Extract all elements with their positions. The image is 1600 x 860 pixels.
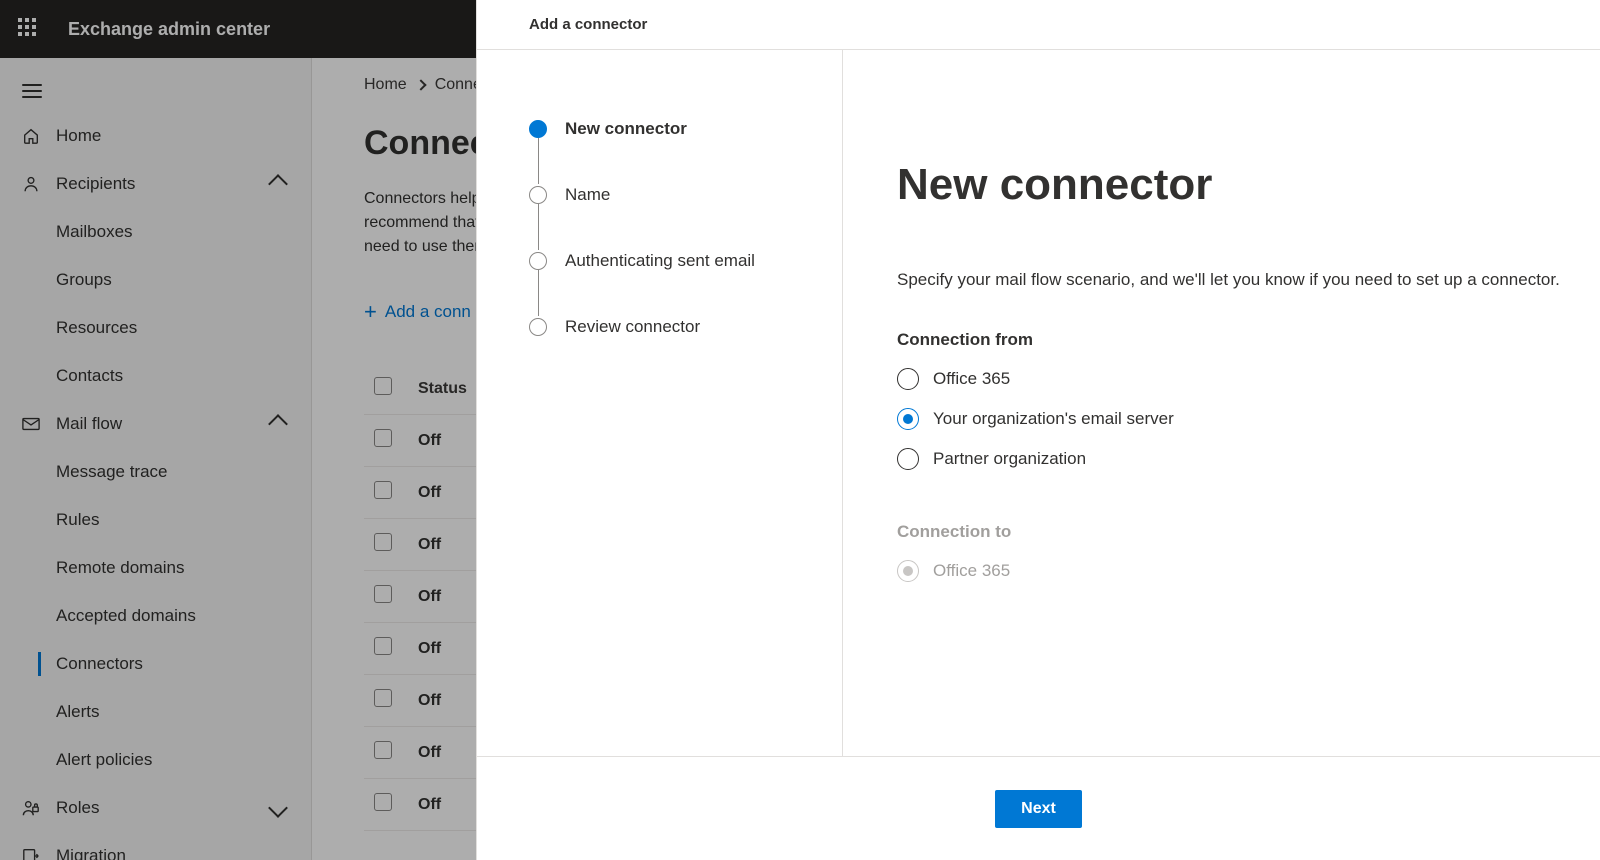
wizard-step[interactable]: Review connector	[529, 294, 842, 360]
step-label: Name	[565, 185, 610, 205]
panel-footer: Next	[477, 756, 1600, 860]
radio-label: Office 365	[933, 561, 1010, 581]
wizard-step[interactable]: Authenticating sent email	[529, 228, 842, 294]
step-bullet-icon	[529, 252, 547, 270]
step-bullet-icon	[529, 186, 547, 204]
step-label: Authenticating sent email	[565, 251, 755, 271]
wizard-step[interactable]: Name	[529, 162, 842, 228]
connection-from-option[interactable]: Office 365	[897, 368, 1600, 390]
modal-scrim[interactable]	[0, 0, 476, 860]
radio-label: Partner organization	[933, 449, 1086, 469]
form-lead: Specify your mail flow scenario, and we'…	[897, 270, 1600, 290]
connection-to-option-office365: Office 365	[897, 560, 1600, 582]
step-bullet-icon	[529, 318, 547, 336]
step-label: New connector	[565, 119, 687, 139]
panel-title: Add a connector	[477, 0, 1600, 50]
form-heading: New connector	[897, 160, 1600, 210]
radio-icon	[897, 408, 919, 430]
connection-from-label: Connection from	[897, 330, 1600, 350]
step-bullet-icon	[529, 120, 547, 138]
radio-label: Office 365	[933, 369, 1010, 389]
radio-icon	[897, 368, 919, 390]
wizard-panel: Add a connector New connector Name Authent…	[476, 0, 1600, 860]
connection-from-option[interactable]: Partner organization	[897, 448, 1600, 470]
wizard-step[interactable]: New connector	[529, 96, 842, 162]
next-button[interactable]: Next	[995, 790, 1082, 828]
wizard-steps: New connector Name Authenticating sent ema…	[477, 50, 843, 756]
radio-icon	[897, 448, 919, 470]
connection-to-label: Connection to	[897, 522, 1600, 542]
radio-icon	[897, 560, 919, 582]
step-label: Review connector	[565, 317, 700, 337]
connection-from-option[interactable]: Your organization's email server	[897, 408, 1600, 430]
wizard-form: New connector Specify your mail flow sce…	[843, 50, 1600, 756]
radio-label: Your organization's email server	[933, 409, 1174, 429]
